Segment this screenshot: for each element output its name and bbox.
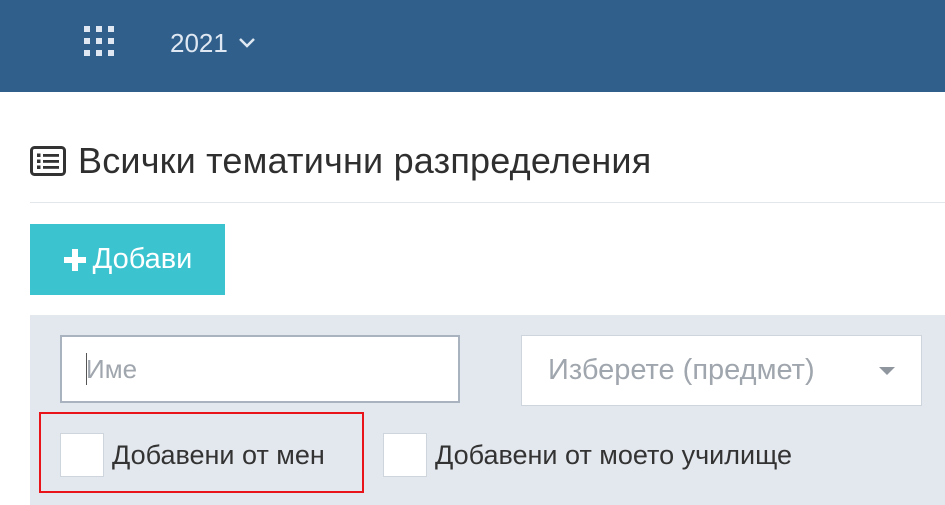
grid-dot [108,50,114,56]
grid-dot [96,26,102,32]
added-by-school-label: Добавени от моето училище [435,439,792,470]
grid-dot [84,26,90,32]
subject-select-placeholder: Изберете (предмет) [548,354,815,386]
checkbox-box[interactable] [60,433,104,477]
plus-icon [63,248,86,271]
chevron-down-icon [238,38,255,48]
page-title: Всички тематични разпределения [30,138,651,184]
title-divider [30,202,945,203]
grid-dot [96,50,102,56]
page-title-text: Всички тематични разпределения [78,140,652,181]
grid-dot [96,38,102,44]
dropdown-arrow-icon [879,367,895,375]
grid-icon[interactable] [84,26,120,60]
add-button[interactable]: Добави [30,224,225,295]
name-search-input[interactable] [60,335,460,403]
grid-dot [108,38,114,44]
grid-dot [84,50,90,56]
added-by-me-checkbox[interactable]: Добавени от мен [60,433,325,477]
filter-panel: Изберете (предмет) Добавени от мен Добав… [30,315,945,505]
year-selector[interactable]: 2021 [170,26,256,60]
added-by-school-checkbox[interactable]: Добавени от моето училище [383,433,792,477]
list-icon [30,146,66,176]
top-navbar: 2021 [0,0,945,92]
grid-dot [84,38,90,44]
add-button-label: Добави [92,243,193,275]
year-label: 2021 [170,27,228,58]
checkbox-box[interactable] [383,433,427,477]
subject-select[interactable]: Изберете (предмет) [521,335,922,406]
added-by-me-label: Добавени от мен [112,439,325,470]
grid-dot [108,26,114,32]
text-caret [86,353,87,385]
